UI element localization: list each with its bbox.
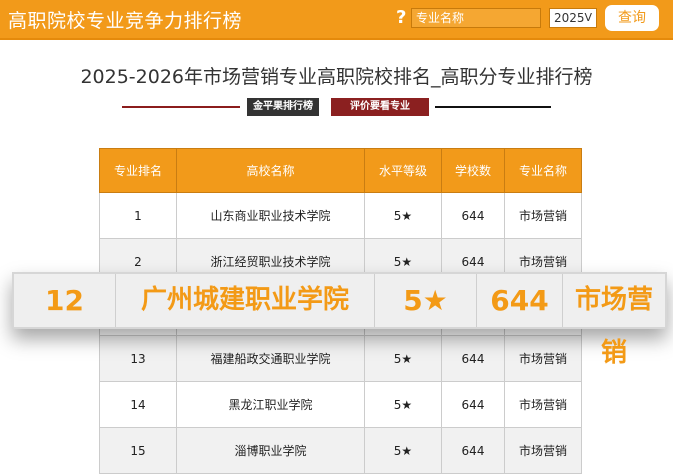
count-cell: 644 bbox=[441, 427, 505, 474]
highlight-level: 5★ bbox=[375, 274, 477, 327]
evaluation-tag[interactable]: 评价要看专业的！！！ bbox=[331, 98, 429, 130]
year-value: 2025 bbox=[554, 11, 585, 25]
major-cell: 市场营销 bbox=[504, 427, 582, 474]
major-cell: 市场营销 bbox=[504, 192, 582, 239]
table-row: 14 黑龙江职业学院 5★ 644 市场营销 bbox=[99, 381, 582, 428]
site-title[interactable]: 高职院校专业竞争力排行榜 bbox=[8, 6, 242, 33]
school-link[interactable]: 黑龙江职业学院 bbox=[176, 381, 365, 428]
major-cell: 市场营销 bbox=[504, 335, 582, 382]
page-title: 2025-2026年市场营销专业高职院校排名_高职分专业排行榜 bbox=[80, 66, 593, 88]
help-icon[interactable]: ? bbox=[396, 7, 406, 28]
major-cell: 市场营销 bbox=[504, 381, 582, 428]
school-link[interactable]: 福建船政交通职业学院 bbox=[176, 335, 365, 382]
level-cell: 5★ bbox=[364, 335, 442, 382]
rank-cell: 1 bbox=[99, 192, 177, 239]
table-row: 1 山东商业职业技术学院 5★ 644 市场营销 bbox=[99, 192, 582, 239]
header-school: 高校名称 bbox=[176, 148, 365, 193]
highlighted-row-magnified: 12 广州城建职业学院 5★ 644 市场营销 bbox=[12, 272, 667, 368]
query-button[interactable]: 查询 bbox=[605, 5, 659, 31]
table-header-row: 专业排名 高校名称 水平等级 学校数 专业名称 bbox=[99, 148, 582, 193]
rank-cell: 13 bbox=[99, 335, 177, 382]
header-rank: 专业排名 bbox=[99, 148, 177, 193]
table-row: 15 淄博职业学院 5★ 644 市场营销 bbox=[99, 427, 582, 474]
rank-cell: 14 bbox=[99, 381, 177, 428]
rank-cell: 15 bbox=[99, 427, 177, 474]
divider-left bbox=[122, 106, 240, 108]
count-cell: 644 bbox=[441, 192, 505, 239]
year-select[interactable]: 2025 V bbox=[549, 8, 597, 28]
chevron-down-icon: V bbox=[584, 11, 592, 24]
divider-right bbox=[435, 106, 551, 108]
header-level: 水平等级 bbox=[364, 148, 442, 193]
highlight-rank: 12 bbox=[14, 274, 116, 327]
top-bar: 高职院校专业竞争力排行榜 ? 2025 V 查询 bbox=[0, 0, 673, 40]
level-cell: 5★ bbox=[364, 427, 442, 474]
school-link[interactable]: 淄博职业学院 bbox=[176, 427, 365, 474]
header-major: 专业名称 bbox=[504, 148, 582, 193]
level-cell: 5★ bbox=[364, 381, 442, 428]
level-cell: 5★ bbox=[364, 192, 442, 239]
highlight-count: 644 bbox=[477, 274, 563, 327]
count-cell: 644 bbox=[441, 335, 505, 382]
count-cell: 644 bbox=[441, 381, 505, 428]
table-row: 13 福建船政交通职业学院 5★ 644 市场营销 bbox=[99, 335, 582, 382]
search-input[interactable] bbox=[411, 8, 541, 28]
highlight-school[interactable]: 广州城建职业学院 bbox=[116, 274, 375, 327]
school-link[interactable]: 山东商业职业技术学院 bbox=[176, 192, 365, 239]
highlight-major: 市场营销 bbox=[574, 285, 653, 368]
ranking-tag[interactable]: 金平果排行榜 bbox=[247, 98, 319, 116]
header-count: 学校数 bbox=[441, 148, 505, 193]
